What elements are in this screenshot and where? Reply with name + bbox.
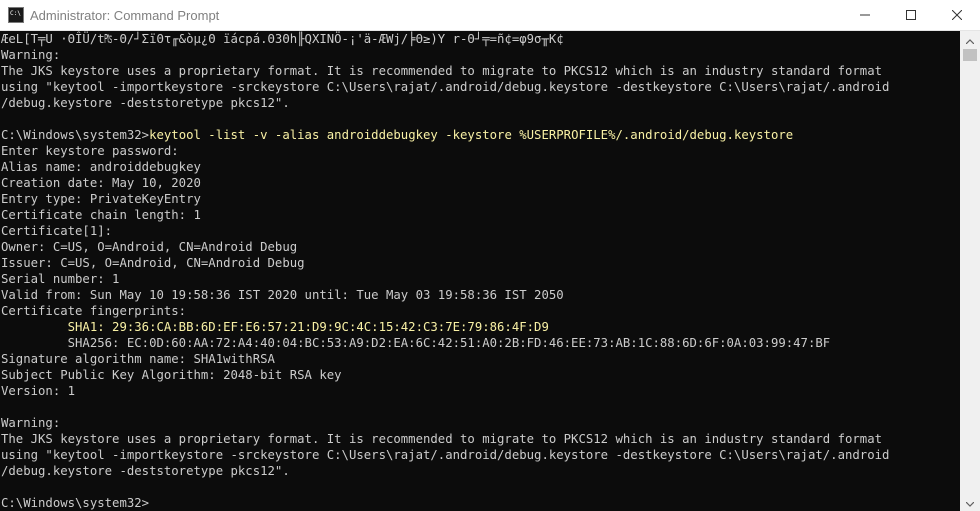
console-line: Signature algorithm name: SHA1withRSA — [1, 351, 960, 367]
output-text: Enter keystore password: — [1, 144, 179, 158]
prompt-text: C:\Windows\system32> — [1, 128, 150, 142]
console-line: Valid from: Sun May 10 19:58:36 IST 2020… — [1, 287, 960, 303]
output-text: Warning: — [1, 416, 61, 430]
highlighted-text: SHA1: 29:36:CA:BB:6D:EF:E6:57:21:D9:9C:4… — [1, 320, 549, 334]
console-line: Version: 1 — [1, 383, 960, 399]
console-line: Certificate[1]: — [1, 223, 960, 239]
output-text: Valid from: Sun May 10 19:58:36 IST 2020… — [1, 288, 564, 302]
output-text: Alias name: androiddebugkey — [1, 160, 201, 174]
output-text: Certificate[1]: — [1, 224, 113, 238]
chevron-down-icon — [965, 494, 975, 511]
output-text: Certificate fingerprints: — [1, 304, 187, 318]
scrollbar-thumb[interactable] — [963, 49, 977, 61]
output-text: Owner: C=US, O=Android, CN=Android Debug — [1, 240, 298, 254]
chevron-up-icon — [965, 31, 975, 49]
scroll-up-button[interactable] — [960, 31, 980, 48]
console-output[interactable]: ÆeL[T╤U ·ΘÎÜ/t₧-Θ/┘ΣïΘτ╓&òµ¿Θ ïácpá.Θ3Θh… — [0, 31, 960, 511]
output-text: Entry type: PrivateKeyEntry — [1, 192, 201, 206]
window-title: Administrator: Command Prompt — [30, 7, 220, 23]
command-prompt-window: Administrator: Command Prompt ÆeL[T╤U ·Θ… — [0, 0, 980, 511]
console-line: C:\Windows\system32>keytool -list -v -al… — [1, 127, 960, 143]
output-text: Serial number: 1 — [1, 272, 120, 286]
output-text: ÆeL[T╤U ·ΘÎÜ/t₧-Θ/┘ΣïΘτ╓&òµ¿Θ ïácpá.Θ3Θh… — [1, 32, 564, 46]
output-text: Version: 1 — [1, 384, 76, 398]
console-line: The JKS keystore uses a proprietary form… — [1, 431, 960, 447]
output-text: Signature algorithm name: SHA1withRSA — [1, 352, 275, 366]
console-line: Alias name: androiddebugkey — [1, 159, 960, 175]
console-line: Enter keystore password: — [1, 143, 960, 159]
title-bar[interactable]: Administrator: Command Prompt — [0, 0, 980, 31]
console-line: ÆeL[T╤U ·ΘÎÜ/t₧-Θ/┘ΣïΘτ╓&òµ¿Θ ïácpá.Θ3Θh… — [1, 31, 960, 47]
output-text: Certificate chain length: 1 — [1, 208, 201, 222]
command-text: keytool -list -v -alias androiddebugkey … — [149, 128, 794, 142]
console-line: Serial number: 1 — [1, 271, 960, 287]
maximize-button[interactable] — [888, 0, 934, 30]
output-text: The JKS keystore uses a proprietary form… — [1, 64, 882, 78]
console-line: The JKS keystore uses a proprietary form… — [1, 63, 960, 79]
console-line: /debug.keystore -deststoretype pkcs12". — [1, 95, 960, 111]
output-text: using "keytool -importkeystore -srckeyst… — [1, 80, 890, 94]
console-line: using "keytool -importkeystore -srckeyst… — [1, 447, 960, 463]
output-text: using "keytool -importkeystore -srckeyst… — [1, 448, 890, 462]
console-line: C:\Windows\system32> — [1, 495, 960, 511]
console-line: Warning: — [1, 47, 960, 63]
console-line: Entry type: PrivateKeyEntry — [1, 191, 960, 207]
output-text: C:\Windows\system32> — [1, 496, 150, 510]
console-line: SHA256: EC:0D:60:AA:72:A4:40:04:BC:53:A9… — [1, 335, 960, 351]
scroll-down-button[interactable] — [960, 494, 980, 511]
console-line: Issuer: C=US, O=Android, CN=Android Debu… — [1, 255, 960, 271]
console-line: Creation date: May 10, 2020 — [1, 175, 960, 191]
output-text: Creation date: May 10, 2020 — [1, 176, 201, 190]
console-line: SHA1: 29:36:CA:BB:6D:EF:E6:57:21:D9:9C:4… — [1, 319, 960, 335]
output-text: /debug.keystore -deststoretype pkcs12". — [1, 464, 290, 478]
output-text: /debug.keystore -deststoretype pkcs12". — [1, 96, 290, 110]
output-text: The JKS keystore uses a proprietary form… — [1, 432, 882, 446]
console-line: using "keytool -importkeystore -srckeyst… — [1, 79, 960, 95]
close-button[interactable] — [934, 0, 980, 30]
console-line: Certificate chain length: 1 — [1, 207, 960, 223]
minimize-button[interactable] — [842, 0, 888, 30]
output-text: SHA256: EC:0D:60:AA:72:A4:40:04:BC:53:A9… — [1, 336, 831, 350]
maximize-icon — [906, 10, 916, 20]
close-icon — [952, 10, 962, 20]
output-text: Subject Public Key Algorithm: 2048-bit R… — [1, 368, 342, 382]
cmd-icon — [8, 7, 24, 23]
console-line: /debug.keystore -deststoretype pkcs12". — [1, 463, 960, 479]
minimize-icon — [860, 10, 870, 20]
output-text: Warning: — [1, 48, 61, 62]
console-line: Certificate fingerprints: — [1, 303, 960, 319]
console-line: Owner: C=US, O=Android, CN=Android Debug — [1, 239, 960, 255]
console-line: Subject Public Key Algorithm: 2048-bit R… — [1, 367, 960, 383]
vertical-scrollbar[interactable] — [960, 31, 980, 511]
console-line: Warning: — [1, 415, 960, 431]
output-text: Issuer: C=US, O=Android, CN=Android Debu… — [1, 256, 305, 270]
